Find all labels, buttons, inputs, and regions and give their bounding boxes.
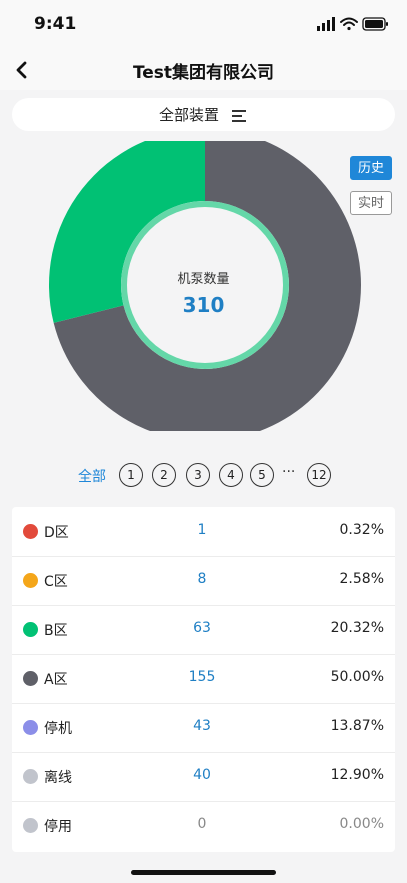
legend-percent: 13.87% — [330, 718, 384, 734]
legend-row-c[interactable]: C区 8 2.58% — [12, 556, 395, 606]
wifi-icon — [340, 17, 358, 31]
filter-icon — [232, 109, 247, 122]
legend-percent: 2.58% — [339, 571, 384, 587]
legend-name: C区 — [44, 574, 68, 590]
legend-percent: 0.00% — [339, 816, 384, 832]
legend-name: 离线 — [44, 770, 72, 786]
battery-icon — [362, 17, 388, 31]
legend-dot — [23, 524, 38, 539]
legend-name: A区 — [44, 672, 68, 688]
pager-page-5[interactable]: 5 — [250, 463, 274, 487]
pager-all-button[interactable]: 全部 — [78, 466, 106, 486]
chart-pager: 全部 1 2 3 4 5 ··· 12 — [0, 463, 407, 489]
legend-row-a[interactable]: A区 155 50.00% — [12, 654, 395, 704]
legend-count: 1 — [197, 522, 207, 538]
legend-name: 停用 — [44, 819, 72, 835]
home-indicator — [131, 870, 276, 875]
legend-dot — [23, 818, 38, 833]
legend-dot — [23, 720, 38, 735]
legend-row-d[interactable]: D区 1 0.32% — [12, 507, 395, 557]
status-bar: 9:41 — [0, 0, 407, 50]
legend-count: 63 — [193, 620, 211, 636]
legend-row-b[interactable]: B区 63 20.32% — [12, 605, 395, 655]
pager-page-last[interactable]: 12 — [307, 463, 331, 487]
pager-ellipsis: ··· — [282, 464, 296, 480]
legend-percent: 20.32% — [330, 620, 384, 636]
legend-list: D区 1 0.32% C区 8 2.58% B区 63 20.32% A区 15… — [12, 507, 395, 852]
legend-count: 155 — [188, 669, 216, 685]
legend-percent: 12.90% — [330, 767, 384, 783]
legend-name: D区 — [44, 525, 69, 541]
nav-bar: Test集团有限公司 — [0, 50, 407, 90]
signal-icon — [317, 17, 335, 31]
legend-dot — [23, 769, 38, 784]
pager-page-2[interactable]: 2 — [152, 463, 176, 487]
status-icons — [317, 17, 388, 31]
chart-center-total: 310 — [182, 293, 225, 317]
status-time: 9:41 — [34, 14, 77, 34]
legend-percent: 0.32% — [339, 522, 384, 538]
legend-dot — [23, 573, 38, 588]
pager-page-4[interactable]: 4 — [219, 463, 243, 487]
legend-count: 40 — [193, 767, 211, 783]
legend-count: 0 — [197, 816, 207, 832]
pager-page-3[interactable]: 3 — [186, 463, 210, 487]
pager-page-1[interactable]: 1 — [119, 463, 143, 487]
legend-percent: 50.00% — [330, 669, 384, 685]
legend-row-disabled[interactable]: 停用 0 0.00% — [12, 801, 395, 850]
legend-dot — [23, 622, 38, 637]
legend-name: 停机 — [44, 721, 72, 737]
legend-count: 8 — [197, 571, 207, 587]
page-title: Test集团有限公司 — [132, 63, 275, 83]
legend-dot — [23, 671, 38, 686]
legend-row-offline[interactable]: 离线 40 12.90% — [12, 752, 395, 802]
chart-center-label: 机泵数量 — [177, 272, 230, 287]
device-selector-label: 全部装置 — [158, 106, 219, 124]
device-selector[interactable]: 全部装置 — [12, 98, 395, 131]
legend-name: B区 — [44, 623, 68, 639]
legend-count: 43 — [193, 718, 211, 734]
legend-row-stopped[interactable]: 停机 43 13.87% — [12, 703, 395, 753]
